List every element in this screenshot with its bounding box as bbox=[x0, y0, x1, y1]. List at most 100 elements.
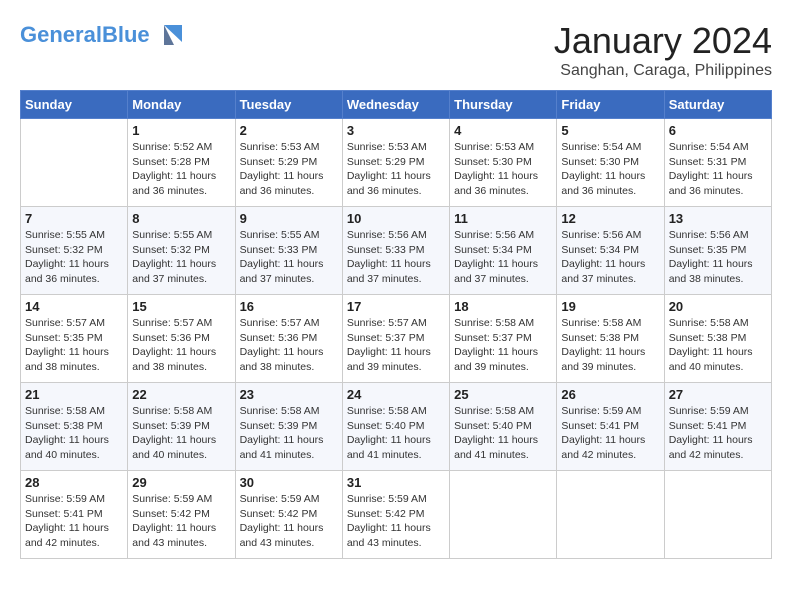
calendar-cell: 11 Sunrise: 5:56 AMSunset: 5:34 PMDayligh… bbox=[450, 207, 557, 295]
day-info: Sunrise: 5:58 AMSunset: 5:40 PMDaylight:… bbox=[347, 404, 445, 463]
day-number: 18 bbox=[454, 299, 552, 314]
day-info: Sunrise: 5:58 AMSunset: 5:38 PMDaylight:… bbox=[669, 316, 767, 375]
day-info: Sunrise: 5:59 AMSunset: 5:42 PMDaylight:… bbox=[132, 492, 230, 551]
day-number: 27 bbox=[669, 387, 767, 402]
column-header-monday: Monday bbox=[128, 91, 235, 119]
day-number: 21 bbox=[25, 387, 123, 402]
day-info: Sunrise: 5:53 AMSunset: 5:29 PMDaylight:… bbox=[347, 140, 445, 199]
calendar-cell: 21 Sunrise: 5:58 AMSunset: 5:38 PMDayligh… bbox=[21, 383, 128, 471]
calendar-cell bbox=[557, 471, 664, 559]
calendar-cell: 8 Sunrise: 5:55 AMSunset: 5:32 PMDaylight… bbox=[128, 207, 235, 295]
calendar-cell: 18Sunrise: 5:58 AMSunset: 5:37 PMDayligh… bbox=[450, 295, 557, 383]
calendar-cell: 22Sunrise: 5:58 AMSunset: 5:39 PMDayligh… bbox=[128, 383, 235, 471]
day-info: Sunrise: 5:55 AMSunset: 5:33 PMDaylight:… bbox=[240, 228, 338, 287]
column-header-tuesday: Tuesday bbox=[235, 91, 342, 119]
column-header-wednesday: Wednesday bbox=[342, 91, 449, 119]
column-header-thursday: Thursday bbox=[450, 91, 557, 119]
calendar-cell: 24 Sunrise: 5:58 AMSunset: 5:40 PMDayligh… bbox=[342, 383, 449, 471]
calendar-cell: 4Sunrise: 5:53 AMSunset: 5:30 PMDaylight… bbox=[450, 119, 557, 207]
day-number: 20 bbox=[669, 299, 767, 314]
day-number: 15 bbox=[132, 299, 230, 314]
day-info: Sunrise: 5:59 AMSunset: 5:41 PMDaylight:… bbox=[669, 404, 767, 463]
day-info: Sunrise: 5:56 AMSunset: 5:34 PMDaylight:… bbox=[561, 228, 659, 287]
day-number: 3 bbox=[347, 123, 445, 138]
day-info: Sunrise: 5:58 AMSunset: 5:39 PMDaylight:… bbox=[132, 404, 230, 463]
column-header-sunday: Sunday bbox=[21, 91, 128, 119]
day-info: Sunrise: 5:58 AMSunset: 5:38 PMDaylight:… bbox=[561, 316, 659, 375]
calendar-week-row: 7 Sunrise: 5:55 AMSunset: 5:32 PMDaylight… bbox=[21, 207, 772, 295]
day-number: 19 bbox=[561, 299, 659, 314]
day-number: 9 bbox=[240, 211, 338, 226]
calendar-cell: 6Sunrise: 5:54 AMSunset: 5:31 PMDaylight… bbox=[664, 119, 771, 207]
calendar-week-row: 1 Sunrise: 5:52 AMSunset: 5:28 PMDaylight… bbox=[21, 119, 772, 207]
day-info: Sunrise: 5:55 AMSunset: 5:32 PMDaylight:… bbox=[132, 228, 230, 287]
day-info: Sunrise: 5:59 AMSunset: 5:41 PMDaylight:… bbox=[561, 404, 659, 463]
day-number: 11 bbox=[454, 211, 552, 226]
calendar-table: SundayMondayTuesdayWednesdayThursdayFrid… bbox=[20, 90, 772, 559]
column-header-friday: Friday bbox=[557, 91, 664, 119]
calendar-cell: 25 Sunrise: 5:58 AMSunset: 5:40 PMDayligh… bbox=[450, 383, 557, 471]
day-info: Sunrise: 5:57 AMSunset: 5:36 PMDaylight:… bbox=[132, 316, 230, 375]
calendar-header-row: SundayMondayTuesdayWednesdayThursdayFrid… bbox=[21, 91, 772, 119]
calendar-cell: 12Sunrise: 5:56 AMSunset: 5:34 PMDayligh… bbox=[557, 207, 664, 295]
day-info: Sunrise: 5:58 AMSunset: 5:39 PMDaylight:… bbox=[240, 404, 338, 463]
calendar-cell: 20 Sunrise: 5:58 AMSunset: 5:38 PMDayligh… bbox=[664, 295, 771, 383]
day-info: Sunrise: 5:58 AMSunset: 5:40 PMDaylight:… bbox=[454, 404, 552, 463]
day-info: Sunrise: 5:59 AMSunset: 5:42 PMDaylight:… bbox=[347, 492, 445, 551]
calendar-cell: 28 Sunrise: 5:59 AMSunset: 5:41 PMDayligh… bbox=[21, 471, 128, 559]
calendar-cell: 1 Sunrise: 5:52 AMSunset: 5:28 PMDaylight… bbox=[128, 119, 235, 207]
day-number: 24 bbox=[347, 387, 445, 402]
day-info: Sunrise: 5:52 AMSunset: 5:28 PMDaylight:… bbox=[132, 140, 230, 199]
calendar-cell: 10 Sunrise: 5:56 AMSunset: 5:33 PMDayligh… bbox=[342, 207, 449, 295]
day-info: Sunrise: 5:55 AMSunset: 5:32 PMDaylight:… bbox=[25, 228, 123, 287]
calendar-cell: 19 Sunrise: 5:58 AMSunset: 5:38 PMDayligh… bbox=[557, 295, 664, 383]
location-subtitle: Sanghan, Caraga, Philippines bbox=[554, 62, 772, 80]
calendar-cell: 17 Sunrise: 5:57 AMSunset: 5:37 PMDayligh… bbox=[342, 295, 449, 383]
day-number: 1 bbox=[132, 123, 230, 138]
day-info: Sunrise: 5:59 AMSunset: 5:41 PMDaylight:… bbox=[25, 492, 123, 551]
column-header-saturday: Saturday bbox=[664, 91, 771, 119]
calendar-cell: 7 Sunrise: 5:55 AMSunset: 5:32 PMDaylight… bbox=[21, 207, 128, 295]
calendar-week-row: 28 Sunrise: 5:59 AMSunset: 5:41 PMDayligh… bbox=[21, 471, 772, 559]
day-number: 31 bbox=[347, 475, 445, 490]
day-number: 10 bbox=[347, 211, 445, 226]
day-info: Sunrise: 5:59 AMSunset: 5:42 PMDaylight:… bbox=[240, 492, 338, 551]
day-info: Sunrise: 5:57 AMSunset: 5:37 PMDaylight:… bbox=[347, 316, 445, 375]
calendar-cell bbox=[21, 119, 128, 207]
day-info: Sunrise: 5:54 AMSunset: 5:30 PMDaylight:… bbox=[561, 140, 659, 199]
day-number: 14 bbox=[25, 299, 123, 314]
calendar-cell: 23 Sunrise: 5:58 AMSunset: 5:39 PMDayligh… bbox=[235, 383, 342, 471]
logo-text: GeneralBlue bbox=[20, 23, 150, 47]
calendar-cell: 31 Sunrise: 5:59 AMSunset: 5:42 PMDayligh… bbox=[342, 471, 449, 559]
day-number: 2 bbox=[240, 123, 338, 138]
calendar-cell: 2 Sunrise: 5:53 AMSunset: 5:29 PMDaylight… bbox=[235, 119, 342, 207]
calendar-cell: 30 Sunrise: 5:59 AMSunset: 5:42 PMDayligh… bbox=[235, 471, 342, 559]
calendar-cell bbox=[664, 471, 771, 559]
day-number: 8 bbox=[132, 211, 230, 226]
title-block: January 2024 Sanghan, Caraga, Philippine… bbox=[554, 20, 772, 80]
calendar-week-row: 21 Sunrise: 5:58 AMSunset: 5:38 PMDayligh… bbox=[21, 383, 772, 471]
day-info: Sunrise: 5:57 AMSunset: 5:36 PMDaylight:… bbox=[240, 316, 338, 375]
day-info: Sunrise: 5:56 AMSunset: 5:34 PMDaylight:… bbox=[454, 228, 552, 287]
day-number: 7 bbox=[25, 211, 123, 226]
calendar-cell: 14 Sunrise: 5:57 AMSunset: 5:35 PMDayligh… bbox=[21, 295, 128, 383]
day-number: 28 bbox=[25, 475, 123, 490]
calendar-cell: 15 Sunrise: 5:57 AMSunset: 5:36 PMDayligh… bbox=[128, 295, 235, 383]
calendar-cell: 13Sunrise: 5:56 AMSunset: 5:35 PMDayligh… bbox=[664, 207, 771, 295]
day-number: 26 bbox=[561, 387, 659, 402]
calendar-cell: 9 Sunrise: 5:55 AMSunset: 5:33 PMDaylight… bbox=[235, 207, 342, 295]
day-info: Sunrise: 5:57 AMSunset: 5:35 PMDaylight:… bbox=[25, 316, 123, 375]
day-info: Sunrise: 5:53 AMSunset: 5:29 PMDaylight:… bbox=[240, 140, 338, 199]
day-number: 17 bbox=[347, 299, 445, 314]
day-number: 29 bbox=[132, 475, 230, 490]
calendar-cell: 29 Sunrise: 5:59 AMSunset: 5:42 PMDayligh… bbox=[128, 471, 235, 559]
calendar-cell: 3 Sunrise: 5:53 AMSunset: 5:29 PMDaylight… bbox=[342, 119, 449, 207]
day-number: 23 bbox=[240, 387, 338, 402]
calendar-cell: 16Sunrise: 5:57 AMSunset: 5:36 PMDayligh… bbox=[235, 295, 342, 383]
day-number: 25 bbox=[454, 387, 552, 402]
logo: GeneralBlue bbox=[20, 20, 184, 50]
day-number: 30 bbox=[240, 475, 338, 490]
day-info: Sunrise: 5:58 AMSunset: 5:38 PMDaylight:… bbox=[25, 404, 123, 463]
day-info: Sunrise: 5:54 AMSunset: 5:31 PMDaylight:… bbox=[669, 140, 767, 199]
day-info: Sunrise: 5:56 AMSunset: 5:33 PMDaylight:… bbox=[347, 228, 445, 287]
